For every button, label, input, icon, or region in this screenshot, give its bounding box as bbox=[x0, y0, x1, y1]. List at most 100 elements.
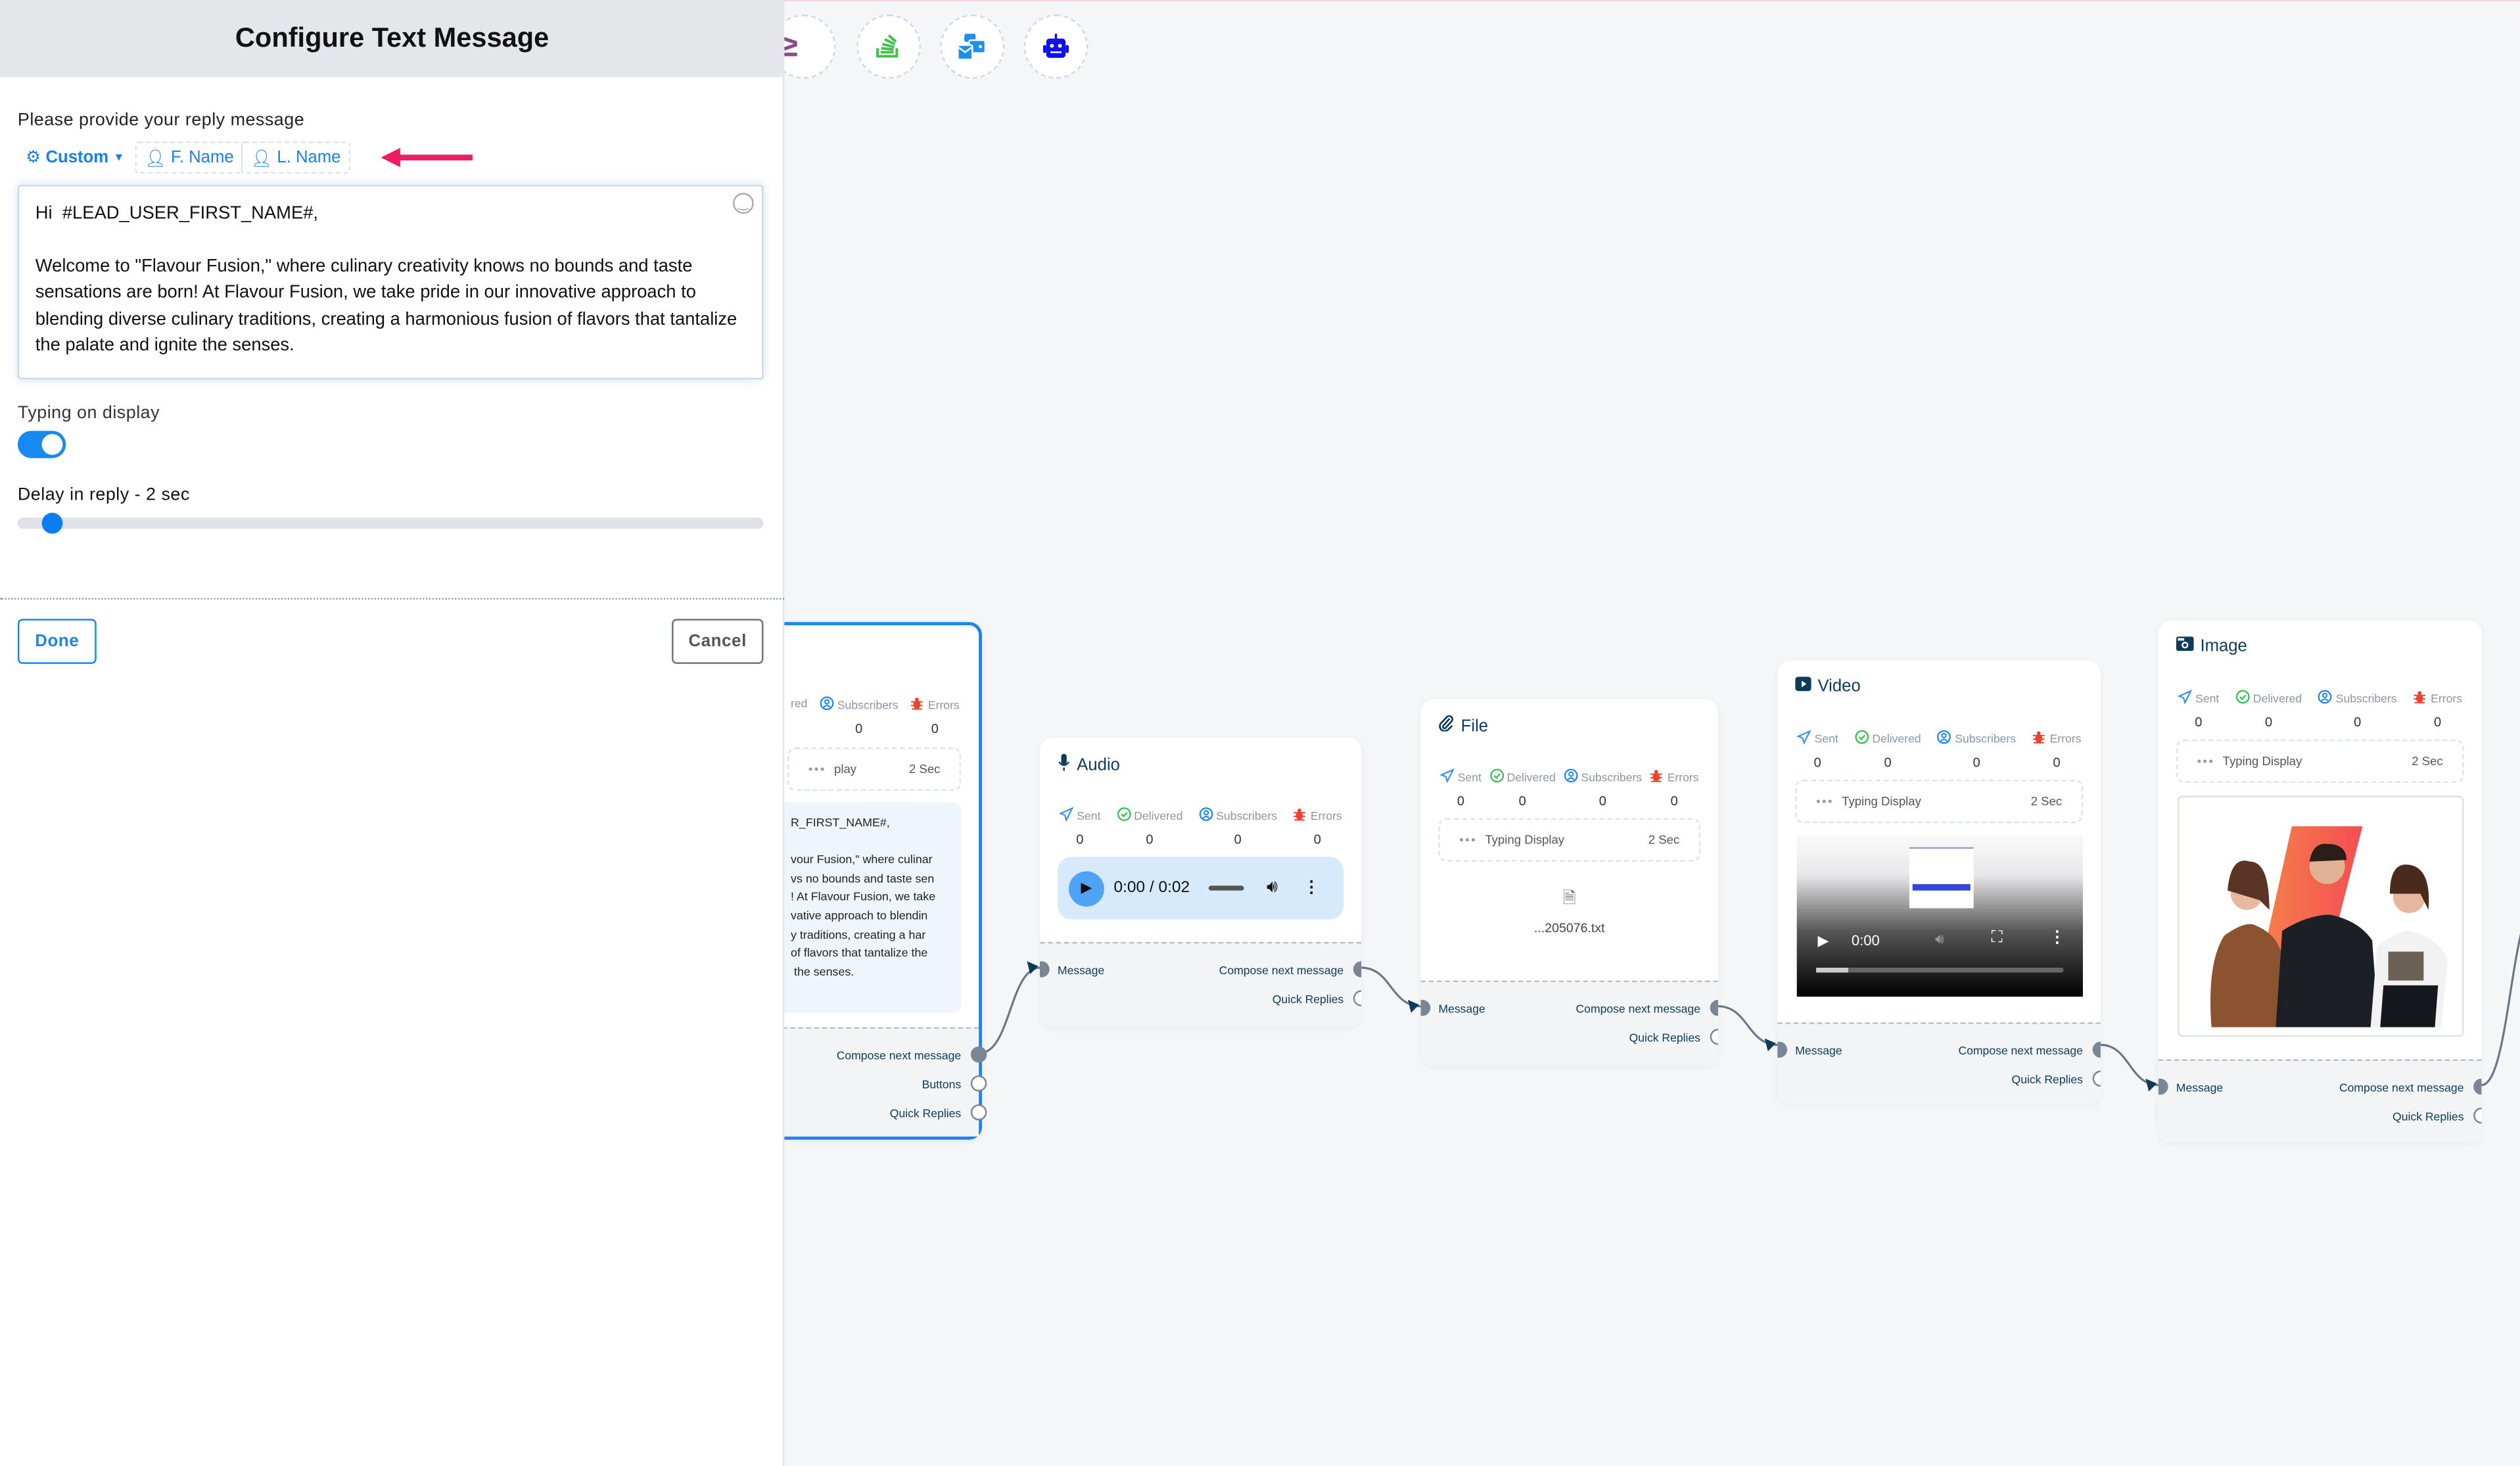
stat-label: Subscribers bbox=[1216, 808, 1278, 823]
stat-value: 0 bbox=[1598, 793, 1606, 809]
output-label: Compose next message bbox=[2339, 1080, 2464, 1095]
video-progress-bar[interactable] bbox=[1816, 968, 2064, 973]
done-button[interactable]: Done bbox=[17, 619, 97, 664]
stat-value: 0 bbox=[2354, 715, 2362, 730]
connection-line[interactable] bbox=[980, 966, 1040, 1054]
check-circle-icon bbox=[2235, 690, 2250, 707]
stat-label: Sent bbox=[2195, 691, 2220, 706]
output-port-compose-next-message[interactable] bbox=[2473, 1078, 2482, 1095]
file-node[interactable]: File Sent 0 Delivered 0 Subscribers 0 Errors 0 ••… bbox=[1420, 699, 1718, 1066]
output-port-quick-replies[interactable] bbox=[1353, 990, 1362, 1006]
stat-label: Delivered bbox=[1134, 808, 1183, 823]
typing-display-box: ••• Typing Display 2 Sec bbox=[1438, 818, 1701, 862]
stat-value: 0 bbox=[1457, 793, 1464, 809]
last-name-label: L. Name bbox=[277, 147, 341, 168]
connection-line[interactable] bbox=[1361, 966, 1421, 1008]
typing-display-label: ••• Typing Display bbox=[1459, 833, 1564, 847]
output-label: Compose next message bbox=[1958, 1043, 2083, 1058]
first-name-label: F. Name bbox=[171, 147, 234, 168]
output-port-compose-next-message[interactable] bbox=[1710, 999, 1718, 1016]
delay-slider[interactable] bbox=[17, 517, 764, 529]
video-time: 0:00 bbox=[1851, 932, 1880, 949]
stat-value: 0 bbox=[1518, 793, 1526, 809]
stat-value: 0 bbox=[931, 721, 939, 736]
node-ports: Message Compose next message Quick Replies bbox=[1420, 980, 1718, 1066]
input-port[interactable] bbox=[1420, 999, 1431, 1016]
output-port-quick-replies[interactable] bbox=[1710, 1028, 1718, 1045]
user-circle-icon bbox=[820, 696, 834, 714]
output-label: Quick Replies bbox=[2011, 1072, 2083, 1087]
output-label: Buttons bbox=[922, 1077, 962, 1092]
connection-line[interactable] bbox=[2100, 1043, 2158, 1087]
connection-line[interactable] bbox=[2481, 900, 2520, 1087]
typing-label-text: Typing Display bbox=[2222, 753, 2302, 768]
output-port-quick-replies[interactable] bbox=[2473, 1107, 2482, 1124]
video-play-button[interactable]: ▶ bbox=[1818, 932, 1829, 950]
stat-value: 0 bbox=[1884, 755, 1892, 770]
dots-icon: ••• bbox=[1816, 793, 1834, 809]
audio-progress-bar[interactable] bbox=[1209, 886, 1245, 891]
node-ports: Message Compose next message Quick Replies bbox=[2158, 1059, 2482, 1143]
stat-errors: Errors 0 bbox=[1293, 807, 1342, 847]
output-port-compose-next-message[interactable] bbox=[1353, 961, 1362, 978]
stat-errors-header: Errors bbox=[2032, 730, 2081, 747]
more-options-icon[interactable]: ⋮ bbox=[1303, 880, 1319, 897]
input-port[interactable] bbox=[2158, 1078, 2168, 1095]
image-node[interactable]: Image Sent 0 Delivered 0 Subscribers 0 Errors 0 •… bbox=[2158, 620, 2482, 1143]
node-title: File bbox=[1438, 715, 1488, 736]
input-label: Message bbox=[1438, 1001, 1485, 1016]
configure-panel: Configure Text Message Please provide yo… bbox=[0, 0, 785, 1466]
output-port-compose-next-message[interactable] bbox=[2092, 1041, 2101, 1058]
emoji-picker-icon[interactable]: ‿ bbox=[733, 193, 754, 214]
typing-label-text: play bbox=[834, 762, 857, 777]
input-port[interactable] bbox=[1040, 961, 1050, 978]
stat-errors: Errors 0 bbox=[2413, 690, 2462, 730]
audio-player[interactable]: ▶ 0:00 / 0:02 🔊︎ ⋮ bbox=[1057, 857, 1344, 920]
message-preview: R_FIRST_NAME#, vour Fusion," where culin… bbox=[774, 802, 962, 1013]
reply-message-textarea[interactable]: Hi #LEAD_USER_FIRST_NAME#, Welcome to "F… bbox=[17, 185, 764, 380]
check-circle-icon bbox=[1854, 730, 1869, 747]
delay-slider-thumb[interactable] bbox=[41, 513, 63, 534]
bug-icon bbox=[1650, 768, 1664, 786]
stat-value: 0 bbox=[2265, 715, 2273, 730]
bug-icon bbox=[1293, 807, 1307, 824]
video-volume-icon[interactable]: 🔊︎ bbox=[1935, 931, 1944, 949]
custom-fields-dropdown[interactable]: ⚙ Custom ▼ bbox=[16, 141, 134, 174]
stat-subscribers-header: Subscribers bbox=[820, 696, 898, 714]
connection-arrow-icon bbox=[2145, 1078, 2157, 1092]
typing-delay: 2 Sec bbox=[1648, 832, 1680, 847]
stat-errors-header: Errors bbox=[1293, 807, 1342, 824]
microphone-icon bbox=[1058, 753, 1071, 776]
stat-label: Errors bbox=[1310, 808, 1342, 823]
input-port[interactable] bbox=[1777, 1041, 1788, 1058]
first-name-chip[interactable]: 👤︎ F. Name bbox=[135, 141, 244, 174]
video-player[interactable]: ▶ 0:00 🔊︎ ⛶ ⋮ bbox=[1796, 834, 2083, 997]
video-node[interactable]: Video Sent 0 Delivered 0 Subscribers 0 Errors 0 •… bbox=[1777, 660, 2101, 1104]
stat-value: 0 bbox=[1670, 793, 1678, 809]
output-port-compose-next-message[interactable] bbox=[970, 1046, 987, 1063]
last-name-chip[interactable]: 👤︎ L. Name bbox=[241, 141, 351, 174]
volume-icon[interactable]: 🔊︎ bbox=[1267, 878, 1278, 899]
audio-node[interactable]: Audio Sent 0 Delivered 0 Subscribers 0 Errors 0 ▶… bbox=[1040, 738, 1362, 1028]
output-label: Quick Replies bbox=[2392, 1109, 2464, 1124]
cancel-button[interactable]: Cancel bbox=[672, 619, 764, 664]
output-port-quick-replies[interactable] bbox=[2092, 1070, 2101, 1087]
fullscreen-icon[interactable]: ⛶ bbox=[1992, 929, 2003, 947]
typing-display-label: ••• Typing Display bbox=[2197, 754, 2302, 768]
stat-label: Subscribers bbox=[1955, 731, 2017, 746]
stat-subscribers-header: Subscribers bbox=[2318, 690, 2397, 707]
connection-line[interactable] bbox=[1717, 1005, 1778, 1046]
output-port-quick-replies[interactable] bbox=[970, 1104, 987, 1121]
stat-value: 0 bbox=[1234, 832, 1242, 847]
typing-delay: 2 Sec bbox=[2412, 753, 2443, 768]
typing-display-toggle[interactable] bbox=[17, 431, 66, 458]
output-port-buttons[interactable] bbox=[970, 1075, 987, 1092]
node-title-text: Audio bbox=[1077, 755, 1120, 775]
video-more-icon[interactable]: ⋮ bbox=[2049, 929, 2065, 947]
node-title: Audio bbox=[1058, 753, 1120, 776]
bug-icon bbox=[2413, 690, 2427, 707]
play-button[interactable]: ▶ bbox=[1069, 870, 1104, 906]
stat-label: Sent bbox=[1077, 808, 1101, 823]
send-icon bbox=[1439, 768, 1455, 786]
dots-icon: ••• bbox=[1459, 832, 1478, 847]
